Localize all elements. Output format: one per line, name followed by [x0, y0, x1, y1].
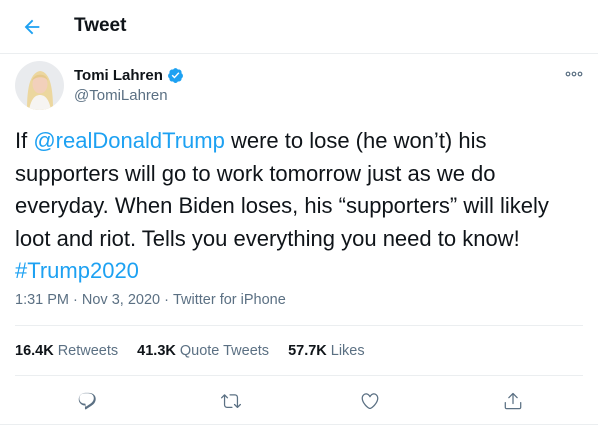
meta-separator: · [160, 292, 173, 308]
avatar[interactable] [15, 61, 64, 110]
like-button[interactable] [355, 386, 385, 416]
meta-separator: · [69, 292, 82, 308]
page-title: Tweet [74, 15, 127, 36]
share-button[interactable] [498, 386, 528, 416]
quote-tweets-label: Quote Tweets [179, 343, 270, 359]
page-header: Tweet [0, 0, 598, 54]
quote-tweets-stat[interactable]: 41.3K Quote Tweets [137, 342, 269, 360]
engagement-stats: 16.4K Retweets 41.3K Quote Tweets 57.7K … [15, 342, 384, 360]
like-icon [361, 393, 379, 410]
tweet-text: If @realDonaldTrump were to lose (he won… [15, 125, 585, 288]
arrow-left-icon [24, 19, 40, 35]
reply-button[interactable] [72, 386, 102, 416]
retweet-icon [221, 394, 241, 409]
tweet-source[interactable]: Twitter for iPhone [173, 291, 286, 309]
quote-tweets-count: 41.3K [137, 343, 176, 359]
divider [15, 375, 583, 376]
share-icon [504, 392, 522, 410]
back-button[interactable] [15, 10, 49, 44]
tweet-actions [0, 386, 598, 416]
tweet-time[interactable]: 1:31 PM [15, 291, 69, 309]
hashtag-link[interactable]: #Trump2020 [15, 258, 139, 283]
more-options-button[interactable] [561, 64, 587, 84]
likes-label: Likes [330, 343, 365, 359]
tweet-date[interactable]: Nov 3, 2020 [82, 291, 160, 309]
author-name-row[interactable]: Tomi Lahren [74, 66, 184, 85]
likes-count: 57.7K [288, 343, 327, 359]
divider [0, 424, 598, 425]
tweet-text-start: If [15, 128, 34, 153]
more-horizontal-icon [565, 71, 583, 77]
reply-icon [78, 392, 96, 410]
author-handle[interactable]: @TomiLahren [74, 86, 168, 105]
retweets-label: Retweets [57, 343, 119, 359]
tweet-metadata: 1:31 PM · Nov 3, 2020 · Twitter for iPho… [15, 291, 286, 309]
mention-link[interactable]: @realDonaldTrump [33, 128, 224, 153]
likes-stat[interactable]: 57.7K Likes [288, 342, 365, 360]
divider [15, 325, 583, 326]
retweet-button[interactable] [216, 386, 246, 416]
retweets-count: 16.4K [15, 343, 54, 359]
retweets-stat[interactable]: 16.4K Retweets [15, 342, 118, 360]
verified-badge-icon [167, 68, 183, 83]
author-display-name[interactable]: Tomi Lahren [74, 66, 163, 85]
